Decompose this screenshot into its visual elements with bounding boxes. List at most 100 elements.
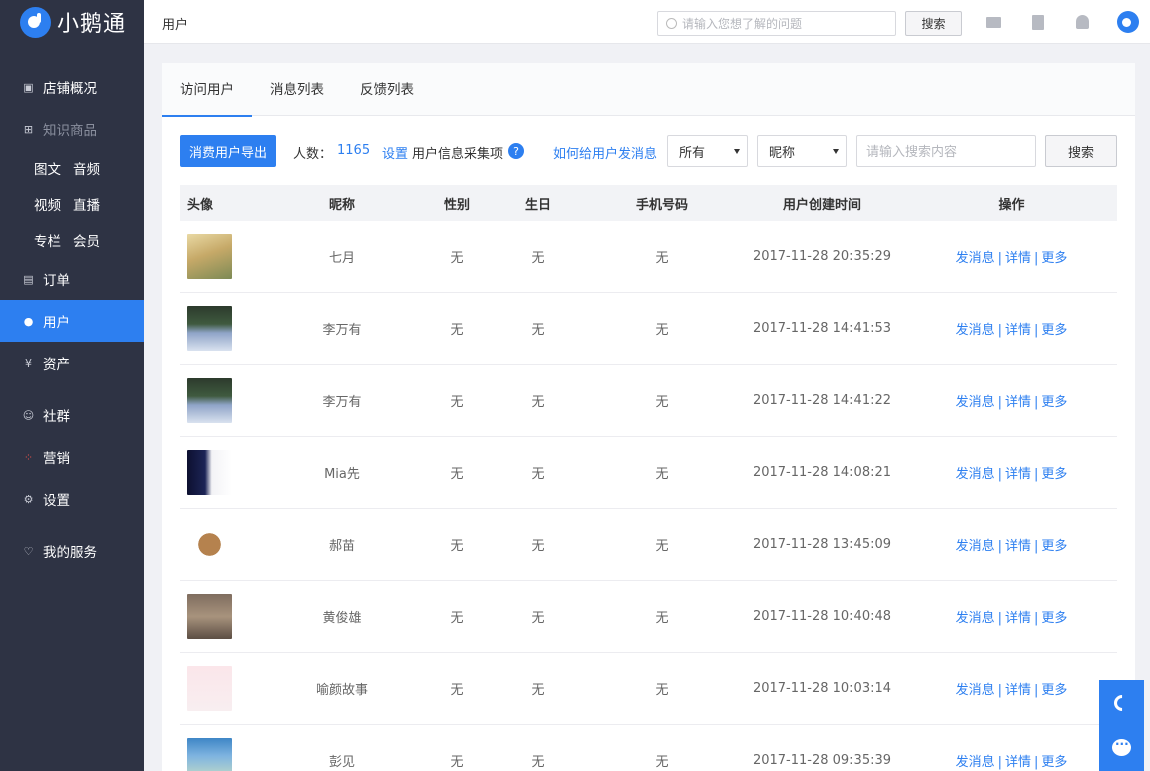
sidebar-sub-huiyuan[interactable]: 会员: [73, 230, 100, 250]
more-link[interactable]: 更多: [1041, 539, 1067, 554]
send-message-link[interactable]: 发消息: [956, 683, 995, 698]
detail-link[interactable]: 详情: [1005, 683, 1031, 698]
sidebar-item-label: 营销: [43, 451, 70, 467]
sidebar-item-services[interactable]: ♡ 我的服务: [0, 530, 144, 572]
logo-text: 小鹅通: [57, 12, 127, 37]
how-to-message-link[interactable]: 如何给用户发消息: [553, 143, 657, 162]
sidebar-sub-shipin[interactable]: 视频: [34, 194, 61, 214]
detail-link[interactable]: 详情: [1005, 467, 1031, 482]
caret-down-icon: [734, 149, 740, 154]
sidebar-item-overview[interactable]: ▣ 店铺概况: [0, 66, 144, 108]
account-avatar[interactable]: [1117, 11, 1139, 33]
actions-cell: 发消息 | 详情 | 更多: [906, 319, 1117, 338]
phone-cell: 无: [655, 395, 669, 410]
gender-cell: 无: [450, 611, 464, 626]
field-select[interactable]: 昵称: [757, 135, 847, 167]
avatar-cell: [180, 666, 260, 711]
filter-select-value: 所有: [679, 145, 706, 161]
clipboard-icon[interactable]: [1029, 13, 1047, 31]
phone-icon: [1110, 691, 1133, 714]
search-button[interactable]: 搜索: [1045, 135, 1117, 167]
sidebar-sub-tuwen[interactable]: 图文: [34, 158, 61, 178]
help-search-box[interactable]: [657, 11, 896, 36]
search-icon: [666, 18, 677, 29]
nickname-cell: 郝苗: [328, 539, 355, 554]
sidebar-item-users[interactable]: ● 用户: [0, 300, 144, 342]
more-link[interactable]: 更多: [1041, 755, 1067, 770]
field-select-value: 昵称: [769, 145, 796, 161]
chat-button[interactable]: [1099, 725, 1144, 770]
sidebar-item-assets[interactable]: ¥ 资产: [0, 342, 144, 384]
birthday-cell: 无: [531, 467, 545, 482]
send-message-link[interactable]: 发消息: [956, 611, 995, 626]
filter-select[interactable]: 所有: [667, 135, 748, 167]
sidebar-sub-yinpin[interactable]: 音频: [73, 158, 100, 178]
phone-button[interactable]: [1099, 680, 1144, 725]
phone-cell: 无: [655, 611, 669, 626]
detail-link[interactable]: 详情: [1005, 323, 1031, 338]
sidebar-item-marketing[interactable]: ⁘ 营销: [0, 436, 144, 478]
community-icon: ☺: [22, 408, 35, 422]
send-message-link[interactable]: 发消息: [956, 467, 995, 482]
separator: |: [997, 395, 1002, 410]
actions-cell: 发消息 | 详情 | 更多: [906, 247, 1117, 266]
table-row: 彭见无无无 2017-11-28 09:35:39 发消息 | 详情 | 更多: [180, 725, 1117, 771]
sidebar-item-label: 知识商品: [43, 123, 97, 139]
export-button[interactable]: 消费用户导出: [180, 135, 276, 167]
send-message-link[interactable]: 发消息: [956, 395, 995, 410]
send-message-link[interactable]: 发消息: [956, 323, 995, 338]
detail-link[interactable]: 详情: [1005, 395, 1031, 410]
send-message-link[interactable]: 发消息: [956, 755, 995, 770]
actions-cell: 发消息 | 详情 | 更多: [906, 679, 1117, 698]
send-message-link[interactable]: 发消息: [956, 251, 995, 266]
tab-visitors[interactable]: 访问用户: [162, 63, 252, 117]
keyword-input[interactable]: [856, 135, 1036, 167]
sidebar-item-settings[interactable]: ⚙ 设置: [0, 478, 144, 520]
actions-cell: 发消息 | 详情 | 更多: [906, 751, 1117, 770]
heart-icon: ♡: [23, 544, 34, 558]
col-phone: 手机号码: [635, 197, 688, 213]
created-cell: 2017-11-28 14:08:21: [752, 465, 892, 480]
tab-feedback[interactable]: 反馈列表: [342, 63, 432, 116]
tab-messages[interactable]: 消息列表: [252, 63, 342, 116]
more-link[interactable]: 更多: [1041, 683, 1067, 698]
detail-link[interactable]: 详情: [1005, 611, 1031, 626]
table-body: 七月无无无 2017-11-28 20:35:29 发消息 | 详情 | 更多 李万有无无无 2…: [180, 221, 1117, 771]
help-icon[interactable]: ?: [508, 143, 524, 159]
more-link[interactable]: 更多: [1041, 323, 1067, 338]
nickname-cell: 李万有: [322, 323, 362, 338]
settings-link[interactable]: 设置: [382, 143, 408, 162]
avatar-cell: [180, 234, 260, 279]
help-search-input[interactable]: [682, 16, 882, 31]
gender-cell: 无: [450, 755, 464, 770]
sidebar-item-orders[interactable]: ▤ 订单: [0, 258, 144, 300]
sidebar-sub-zhibo[interactable]: 直播: [73, 194, 100, 214]
detail-link[interactable]: 详情: [1005, 539, 1031, 554]
bell-icon[interactable]: [1073, 13, 1091, 31]
more-link[interactable]: 更多: [1041, 611, 1067, 626]
contact-float: [1099, 680, 1144, 771]
more-link[interactable]: 更多: [1041, 251, 1067, 266]
help-search-button[interactable]: 搜索: [905, 11, 962, 36]
sidebar-item-products[interactable]: ⊞ 知识商品: [0, 108, 144, 150]
col-created: 用户创建时间: [782, 197, 861, 213]
order-icon: ▤: [23, 272, 34, 286]
sidebar-sub-zhuanlan[interactable]: 专栏: [34, 230, 61, 250]
marketing-icon: ⁘: [23, 450, 34, 464]
detail-link[interactable]: 详情: [1005, 251, 1031, 266]
gender-cell: 无: [450, 539, 464, 554]
send-message-link[interactable]: 发消息: [956, 539, 995, 554]
detail-link[interactable]: 详情: [1005, 755, 1031, 770]
gender-cell: 无: [450, 467, 464, 482]
more-link[interactable]: 更多: [1041, 467, 1067, 482]
sidebar-sub-row: 图文 音频: [0, 150, 144, 186]
more-link[interactable]: 更多: [1041, 395, 1067, 410]
mail-icon[interactable]: [984, 13, 1002, 31]
avatar-cell: [180, 306, 260, 351]
actions-cell: 发消息 | 详情 | 更多: [906, 535, 1117, 554]
sidebar-item-community[interactable]: ☺ 社群: [0, 394, 144, 436]
user-icon: ●: [23, 314, 34, 328]
logo[interactable]: 小鹅通: [0, 0, 144, 44]
avatar-cell: [180, 738, 260, 771]
created-cell: 2017-11-28 09:35:39: [752, 753, 892, 768]
